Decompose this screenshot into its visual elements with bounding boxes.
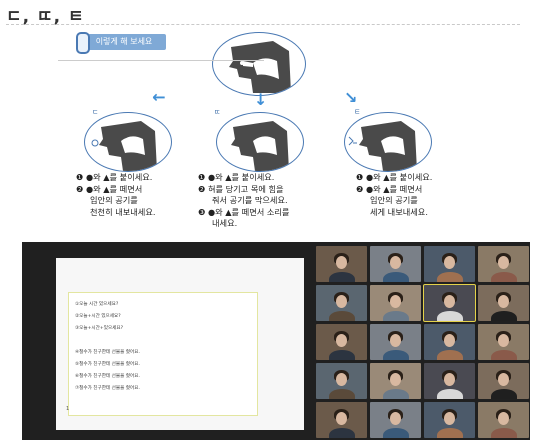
slide-content-box: ①오늘 시간 있으세요? ②오늘+시간 있으세요? ③오늘+시간+있으세요? ④…: [68, 292, 258, 416]
participant-video-tile[interactable]: [370, 324, 421, 360]
slide-line: ④철수가 친구한테 선물을 줬어요.: [75, 350, 140, 355]
participant-video-tile[interactable]: [370, 246, 421, 282]
instruction-line: ❶ ●와 ▲를 붙이세요.: [76, 172, 153, 182]
instruction-line: ❶ ●와 ▲를 붙이세요.: [356, 172, 433, 182]
participant-video-tile[interactable]: [424, 402, 475, 438]
slide-line: ①오늘 시간 있으세요?: [75, 302, 119, 307]
letter-label-tt: ㄸ: [214, 108, 221, 116]
participant-video-tile[interactable]: [316, 246, 367, 282]
mouth-diagram-icon: [348, 121, 417, 171]
participant-video-tile[interactable]: [424, 324, 475, 360]
mouth-diagram-t: [344, 112, 432, 172]
arrow-down-left-icon: ↙: [147, 86, 171, 109]
participant-video-tile[interactable]: [316, 324, 367, 360]
arrow-down-icon: ↓: [254, 90, 268, 109]
mouth-diagram-icon: [229, 41, 291, 93]
participant-video-tile[interactable]: [478, 324, 529, 360]
instruction-line: ❶ ●와 ▲를 붙이세요.: [198, 172, 275, 182]
participant-video-tile[interactable]: [316, 363, 367, 399]
title-divider: [6, 24, 520, 25]
mouth-diagram-icon: [91, 121, 157, 171]
slide-line: ⑤철수가 친구한테 선물을 줬어요.: [75, 362, 140, 367]
slide-divider: [58, 60, 264, 61]
participant-video-tile[interactable]: [478, 246, 529, 282]
slide-line: ⑥철수가 친구한테 선물을 줬어요.: [75, 374, 140, 379]
instruction-line: 세게 내보내세요.: [370, 206, 428, 217]
participant-video-tile[interactable]: [370, 363, 421, 399]
mouth-diagram-d: [84, 112, 172, 172]
mouth-diagram-icon: [231, 121, 289, 171]
main-mouth-diagram: [212, 32, 306, 96]
instruction-line: 줘서 공기를 막으세요.: [212, 195, 288, 205]
instructions-d: ❶ ●와 ▲를 붙이세요. ❷ ●와 ▲를 떼면서 입안의 공기를 천천히 내보…: [76, 172, 155, 218]
slide-line: ⑦철수가 친구한테 선물을 줬어요.: [75, 386, 140, 391]
instruction-line: ❷ 혀를 당기고 목에 힘을: [198, 183, 284, 194]
instruction-badge: 이렇게 해 보세요: [76, 32, 166, 54]
participant-video-tile[interactable]: [370, 402, 421, 438]
slide-line: ②오늘+시간 있으세요?: [75, 314, 121, 319]
participant-video-tile[interactable]: [424, 363, 475, 399]
participant-video-tile[interactable]: [423, 284, 476, 322]
participant-video-tile[interactable]: [424, 246, 475, 282]
participant-video-tile[interactable]: [478, 285, 529, 321]
mouth-diagram-tt: [216, 112, 304, 172]
instructions-tt: ❶ ●와 ▲를 붙이세요. ❷ 혀를 당기고 목에 힘을 줘서 공기를 막으세요…: [198, 172, 289, 230]
participant-video-tile[interactable]: [316, 402, 367, 438]
slide-line: ③오늘+시간+있으세요?: [75, 326, 124, 331]
letter-label-t: ㅌ: [354, 108, 361, 116]
instruction-line: 입안의 공기를: [370, 195, 418, 205]
instruction-line: 내세요.: [212, 218, 238, 228]
slide-page-indicator: 1: [66, 406, 70, 412]
instructions-t: ❶ ●와 ▲를 붙이세요. ❷ ●와 ▲를 떼면서 입안의 공기를 세게 내보내…: [356, 172, 432, 218]
arrow-down-right-icon: ↘: [344, 88, 358, 107]
participant-video-tile[interactable]: [370, 285, 421, 321]
participant-video-tile[interactable]: [478, 402, 529, 438]
instruction-line: ❷ ●와 ▲를 떼면서: [76, 183, 143, 194]
letter-label-d: ㄷ: [92, 108, 99, 116]
participant-video-tile[interactable]: [478, 363, 529, 399]
participant-video-tile[interactable]: [316, 285, 367, 321]
scroll-icon: [76, 32, 90, 54]
instruction-line: ❷ ●와 ▲를 떼면서: [356, 183, 423, 194]
instruction-line: 천천히 내보내세요.: [90, 206, 156, 217]
instruction-line: ❸ ●와 ▲를 떼면서 소리를: [198, 206, 290, 217]
instruction-badge-label: 이렇게 해 보세요: [95, 37, 153, 46]
instruction-line: 입안의 공기를: [90, 195, 138, 205]
